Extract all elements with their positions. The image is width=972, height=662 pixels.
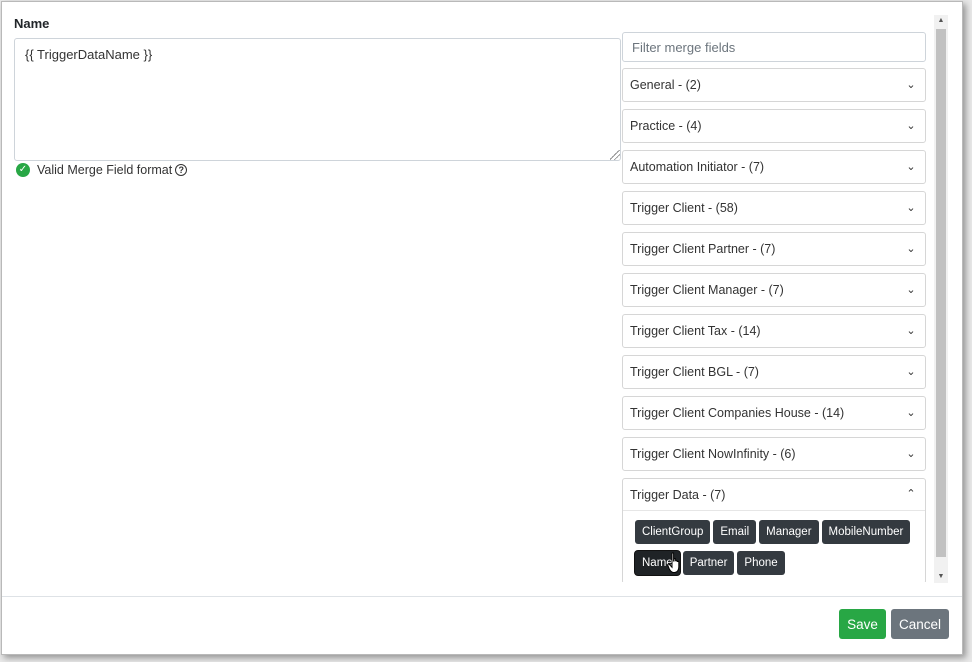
chevron-down-icon: ⌄: [906, 201, 916, 214]
chevron-down-icon: ⌄: [906, 119, 916, 132]
merge-group-label: Trigger Client BGL - (7): [630, 365, 759, 379]
merge-field-email[interactable]: Email: [713, 520, 757, 544]
validation-message: ✓ Valid Merge Field format ?: [16, 163, 188, 177]
merge-group-automation-initiator[interactable]: Automation Initiator - (7) ⌄: [622, 150, 926, 184]
chevron-down-icon: ⌄: [906, 365, 916, 378]
merge-group-label: Trigger Data - (7): [630, 487, 726, 502]
chevron-up-icon: ⌃: [906, 488, 916, 500]
merge-field-manager[interactable]: Manager: [759, 520, 819, 544]
merge-group-header[interactable]: Trigger Client Companies House - (14) ⌄: [623, 397, 925, 429]
merge-field-clientgroup[interactable]: ClientGroup: [635, 520, 711, 544]
scroll-up-arrow-icon[interactable]: ▲: [934, 15, 948, 27]
merge-group-trigger-data: Trigger Data - (7) ⌃ ClientGroup Email M…: [622, 478, 926, 582]
merge-group-header[interactable]: Trigger Client Tax - (14) ⌄: [623, 315, 925, 347]
merge-group-trigger-client-partner[interactable]: Trigger Client Partner - (7) ⌄: [622, 232, 926, 266]
merge-group-header[interactable]: Automation Initiator - (7) ⌄: [623, 151, 925, 183]
merge-group-label: General - (2): [630, 78, 701, 92]
panel-scrollbar[interactable]: ▲ ▼: [934, 15, 948, 583]
merge-field-phone[interactable]: Phone: [737, 551, 785, 575]
merge-group-trigger-client-nowinfinity[interactable]: Trigger Client NowInfinity - (6) ⌄: [622, 437, 926, 471]
merge-group-header[interactable]: Practice - (4) ⌄: [623, 110, 925, 142]
cancel-button[interactable]: Cancel: [891, 609, 949, 639]
merge-group-label: Trigger Client Companies House - (14): [630, 406, 845, 420]
save-button[interactable]: Save: [839, 609, 886, 639]
footer-divider: [2, 596, 962, 597]
chevron-down-icon: ⌄: [906, 406, 916, 419]
merge-group-header[interactable]: Trigger Client NowInfinity - (6) ⌄: [623, 438, 925, 470]
merge-field-name[interactable]: Name: [635, 551, 680, 575]
name-textarea[interactable]: [14, 38, 621, 161]
merge-group-general[interactable]: General - (2) ⌄: [622, 68, 926, 102]
merge-group-header[interactable]: Trigger Client BGL - (7) ⌄: [623, 356, 925, 388]
merge-group-label: Trigger Client - (58): [630, 201, 738, 215]
merge-fields-panel: General - (2) ⌄ Practice - (4) ⌄ Automat…: [621, 32, 927, 582]
merge-group-trigger-client-tax[interactable]: Trigger Client Tax - (14) ⌄: [622, 314, 926, 348]
merge-group-header[interactable]: Trigger Client Manager - (7) ⌄: [623, 274, 925, 306]
merge-field-partner[interactable]: Partner: [682, 551, 735, 575]
merge-group-label: Trigger Client NowInfinity - (6): [630, 447, 796, 461]
chevron-down-icon: ⌄: [906, 160, 916, 173]
merge-field-mobilenumber[interactable]: MobileNumber: [821, 520, 911, 544]
check-circle-icon: ✓: [16, 163, 30, 177]
chevron-down-icon: ⌄: [906, 78, 916, 91]
name-field-label: Name: [14, 16, 50, 31]
chevron-down-icon: ⌄: [906, 242, 916, 255]
question-circle-icon[interactable]: ?: [175, 164, 188, 176]
merge-group-label: Trigger Client Manager - (7): [630, 283, 784, 297]
chevron-down-icon: ⌄: [906, 447, 916, 460]
merge-field-list: ClientGroup Email Manager MobileNumber N…: [623, 511, 925, 582]
merge-group-header[interactable]: Trigger Data - (7) ⌃: [623, 479, 925, 511]
chevron-down-icon: ⌄: [906, 283, 916, 296]
merge-group-trigger-client[interactable]: Trigger Client - (58) ⌄: [622, 191, 926, 225]
merge-group-header[interactable]: Trigger Client Partner - (7) ⌄: [623, 233, 925, 265]
merge-group-label: Automation Initiator - (7): [630, 160, 765, 174]
merge-group-trigger-client-bgl[interactable]: Trigger Client BGL - (7) ⌄: [622, 355, 926, 389]
scroll-down-arrow-icon[interactable]: ▼: [934, 571, 948, 583]
validation-text: Valid Merge Field format: [37, 163, 173, 177]
scrollbar-thumb[interactable]: [936, 29, 946, 557]
merge-group-header[interactable]: General - (2) ⌄: [623, 69, 925, 101]
merge-group-trigger-client-manager[interactable]: Trigger Client Manager - (7) ⌄: [622, 273, 926, 307]
merge-group-label: Trigger Client Partner - (7): [630, 242, 776, 256]
filter-merge-fields-input[interactable]: [622, 32, 926, 62]
merge-group-label: Trigger Client Tax - (14): [630, 324, 761, 338]
merge-group-header[interactable]: Trigger Client - (58) ⌄: [623, 192, 925, 224]
merge-group-practice[interactable]: Practice - (4) ⌄: [622, 109, 926, 143]
resize-grip-icon[interactable]: [610, 150, 620, 160]
merge-group-trigger-client-companies-house[interactable]: Trigger Client Companies House - (14) ⌄: [622, 396, 926, 430]
chevron-down-icon: ⌄: [906, 324, 916, 337]
merge-field-dialog: Name ✓ Valid Merge Field format ? Genera…: [1, 1, 963, 655]
merge-group-label: Practice - (4): [630, 119, 702, 133]
